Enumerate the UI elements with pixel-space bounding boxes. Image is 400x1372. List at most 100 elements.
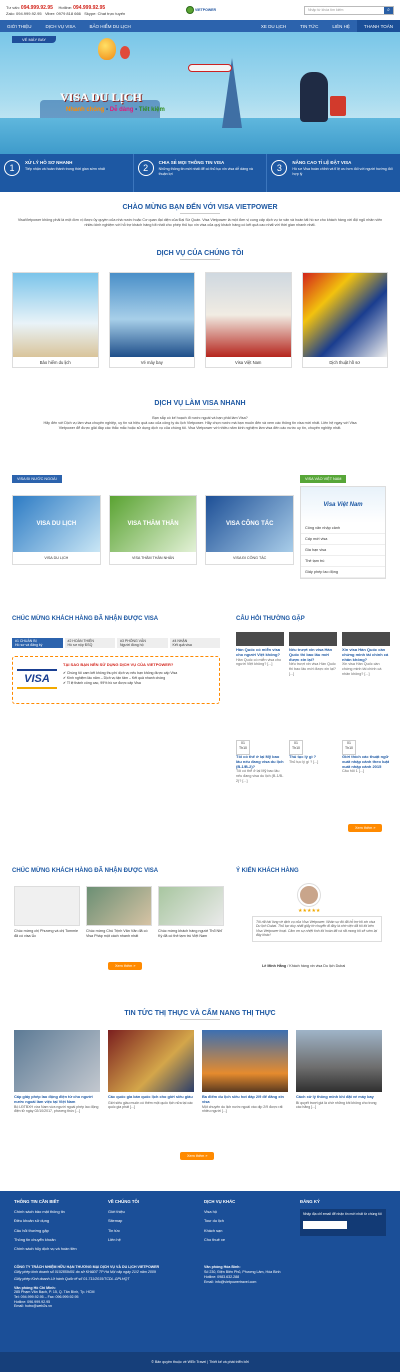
visa-label: VISA ĐI CÔNG TÁC <box>233 556 267 560</box>
news-card[interactable]: Các quốc gia bán quốc lịch cho giới siêu… <box>108 1030 194 1109</box>
service-card[interactable]: Visa Việt Nam <box>205 272 292 368</box>
faq-question: Hàn Quốc có miễn visa cho người Việt khô… <box>236 647 281 657</box>
side-link[interactable]: Công văn nhập cảnh <box>301 523 385 534</box>
visa-card[interactable]: VISA DU LỊCH VISA DU LỊCH <box>12 495 101 565</box>
side-link[interactable]: Gia hạn visa <box>301 545 385 556</box>
fast-visa-section: DỊCH VỤ LÀM VISA NHANH Bạn sắp có kế hoạ… <box>0 400 400 579</box>
review-title: Ý KIẾN KHÁCH HÀNG <box>236 868 299 874</box>
customer-card[interactable]: Chúc mừng chị Phương và chị Tommie đã có… <box>14 886 80 938</box>
footer-heading: DỊCH VỤ KHÁC <box>204 1199 236 1204</box>
customer-card[interactable]: Chúc mừng khách hàng người Thổ Nhĩ Kỳ đã… <box>158 886 224 938</box>
service-card[interactable]: Dịch thuật hồ sơ <box>301 272 388 368</box>
footer-link[interactable]: Thông tin chuyển khoản <box>14 1237 110 1242</box>
footer-heading: THÔNG TIN CẦN BIẾT <box>14 1199 60 1204</box>
site-logo[interactable]: VIETPOWER <box>184 3 218 17</box>
faq-thumb <box>236 632 284 646</box>
consult-label: Tư vấn: <box>6 4 20 10</box>
feature-text: Những thông tin mới nhất để có thủ tục x… <box>158 167 253 176</box>
news-excerpt: Bí quyết trượt giá là chờ những khi khôn… <box>296 1100 377 1109</box>
family-photo <box>13 273 98 357</box>
feature-item: 2 CHIA SẺ MỌI THÔNG TIN VISA Những thông … <box>134 154 268 192</box>
footer-link[interactable]: Điều khoản sử dụng <box>14 1218 110 1223</box>
feature-title: XỬ LÝ HỒ SƠ NHANH <box>25 160 73 165</box>
services-title: DỊCH VỤ CỦA CHÚNG TÔI <box>156 250 244 257</box>
faq-thumb <box>342 632 390 646</box>
news-card[interactable]: Cấp giấy phép lao động điện tử cho người… <box>14 1030 100 1114</box>
faq-item[interactable]: Hàn Quốc có miễn visa cho người Việt khô… <box>236 632 284 667</box>
search-icon[interactable]: ⌕ <box>384 6 393 14</box>
ground-band <box>0 118 400 154</box>
customer-card[interactable]: Chúc mừng Chú Trịnh Văn Văn đã có Visa P… <box>86 886 152 938</box>
footer-link[interactable]: Liên hệ <box>108 1237 188 1242</box>
footer-link[interactable]: Chính sách bảo mật thông tin <box>14 1209 110 1214</box>
footer-link[interactable]: Câu hỏi thường gặp <box>14 1228 110 1233</box>
news-more-button[interactable]: Xem thêm » <box>180 1152 215 1160</box>
fast-visa-intro-2: Hãy đến với Dịch vụ làm visa chuyên nghi… <box>43 421 357 430</box>
footer-link[interactable]: Chính sách hủy dịch vụ và hoàn tiền <box>14 1246 110 1251</box>
news-card[interactable]: Ba điểm du lịch siêu hot đáp 2/9 để đăng… <box>202 1030 288 1114</box>
nav-item-car[interactable]: XE DU LỊCH <box>254 20 293 32</box>
skype-contact[interactable]: Skype: Chat trực tuyến <box>84 11 125 16</box>
side-link[interactable]: Giấy phép lao động <box>301 567 385 578</box>
footer-link[interactable]: Visa hộ <box>204 1209 284 1214</box>
visa-card[interactable]: VISA CÔNG TÁC VISA ĐI CÔNG TÁC <box>205 495 295 565</box>
search-input[interactable]: Nhập từ khóa tìm kiếm ⌕ <box>304 5 394 15</box>
copyright-text: © Bản quyền thuộc về WEb Travel | Thiết … <box>151 1360 249 1364</box>
nav-item-about[interactable]: GIỚI THIỆU <box>0 20 39 32</box>
faq-item[interactable]: 01 Th10 Thủ tục lý gì ? Thủ tục lý gì ? [… <box>289 740 337 765</box>
footer-link[interactable]: Sitemap <box>108 1218 188 1223</box>
tab-visa-abroad[interactable]: VISA ĐI NƯỚC NGOÀI <box>12 475 62 483</box>
news-headline[interactable]: Các quốc gia bán quốc lịch cho giới siêu… <box>108 1094 194 1100</box>
service-card[interactable]: Bảo hiểm du lịch <box>12 272 99 368</box>
faq-item[interactable]: Nếu trượt xin visa Hàn Quốc thì bao lâu … <box>289 632 337 677</box>
side-link[interactable]: Thẻ tạm trú <box>301 556 385 567</box>
faq-question: Xin visa Hàn Quốc cần chứng minh tài chí… <box>342 647 389 662</box>
faq-item[interactable]: Xin visa Hàn Quốc cần chứng minh tài chí… <box>342 632 390 677</box>
footer-heading: ĐĂNG KÝ <box>300 1199 320 1204</box>
news-headline[interactable]: Cấp giấy phép lao động điện tử cho người… <box>14 1094 100 1104</box>
hoabinh-email[interactable]: Email: info@vietpowertravel.com <box>204 1280 384 1285</box>
date-badge: 01 Th10 <box>236 740 250 755</box>
faq-item[interactable]: 01 Th10 Giới thích các thuật ngữ xuất nhậ… <box>342 740 390 774</box>
footer-link[interactable]: Cho thuê xe <box>204 1237 284 1242</box>
balloon-icon-2 <box>120 46 130 59</box>
review-text: Tôi rất hài lòng về dịch vụ của Visa Vie… <box>252 916 382 942</box>
top-bar: Tư vấn: 094.999.92.95 Hotline: 094.999.9… <box>0 0 400 20</box>
news-headline[interactable]: Cách xử lý thông minh khi đặt vé máy bay <box>296 1094 382 1100</box>
faq-item[interactable]: 01 Th10 Tôi có thể ở lại Mỹ bao lâu nếu đ… <box>236 740 284 784</box>
footer-col-about: VỀ CHÚNG TÔI Giới thiệu Sitemap Tin tức … <box>108 1199 188 1246</box>
faq-more-button[interactable]: Xem thêm » <box>348 824 383 832</box>
nav-item-insurance[interactable]: BẢO HIỂM DU LỊCH <box>83 20 138 32</box>
customers-more-button[interactable]: Xem thêm » <box>108 962 143 970</box>
viber-contact[interactable]: Viber: 0979 818 666 <box>45 11 81 16</box>
news-headline[interactable]: Ba điểm du lịch siêu hot đáp 2/9 để đăng… <box>202 1094 288 1104</box>
email-field[interactable] <box>303 1220 347 1229</box>
side-link[interactable]: Cấp mới visa <box>301 534 385 545</box>
news-card[interactable]: Cách xử lý thông minh khi đặt vé máy bay… <box>296 1030 382 1109</box>
footer-link[interactable]: Khách sạn <box>204 1228 284 1233</box>
subscribe-text: Nhập địa chỉ email để nhận tin mới nhất … <box>303 1212 382 1216</box>
hcm-email[interactable]: Email: hotro@web2s.vn <box>14 1304 194 1309</box>
footer-link[interactable]: Tin tức <box>108 1228 188 1233</box>
date-badge: 01 Th10 <box>289 740 303 755</box>
company-info: CÔNG TY TRÁCH NHIỆM HỮU HẠN THƯƠNG MẠI D… <box>14 1265 194 1309</box>
footer-link[interactable]: Tour du lịch <box>204 1218 284 1223</box>
tag-easy: Dễ dàng <box>109 107 134 113</box>
footer-link[interactable]: Giới thiệu <box>108 1209 188 1214</box>
service-label: Vé máy bay <box>140 359 163 365</box>
balloon-icon <box>98 38 116 60</box>
nav-item-contact[interactable]: LIÊN HỆ <box>325 20 357 32</box>
nav-item-news[interactable]: TIN TỨC <box>293 20 325 32</box>
customer-caption: Chúc mừng khách hàng người Thổ Nhĩ Kỳ đã… <box>158 929 223 938</box>
feature-number: 1 <box>4 160 20 176</box>
service-card[interactable]: Vé máy bay <box>108 272 195 368</box>
nav-item-visa[interactable]: DỊCH VỤ VISA <box>39 20 83 32</box>
zalo-contact[interactable]: Zalo: 094.999.92.95 <box>6 11 42 16</box>
tab-visa-vietnam[interactable]: VISA VÀO VIỆT NAM <box>300 475 347 483</box>
welcome-section: CHÀO MỪNG BẠN ĐẾN VỚI VISA VIETPOWER Vis… <box>0 192 400 228</box>
nav-item-payment[interactable]: THANH TOÁN <box>356 20 400 32</box>
visa-card[interactable]: VISA THĂM THÂN VISA THĂM THÂN NHÂN <box>108 495 198 565</box>
tag-save: Tiết kiệm <box>138 107 165 113</box>
subscribe-box: Nhập địa chỉ email để nhận tin mới nhất … <box>300 1209 386 1236</box>
copyright-bar: © Bản quyền thuộc về WEb Travel | Thiết … <box>0 1352 400 1372</box>
